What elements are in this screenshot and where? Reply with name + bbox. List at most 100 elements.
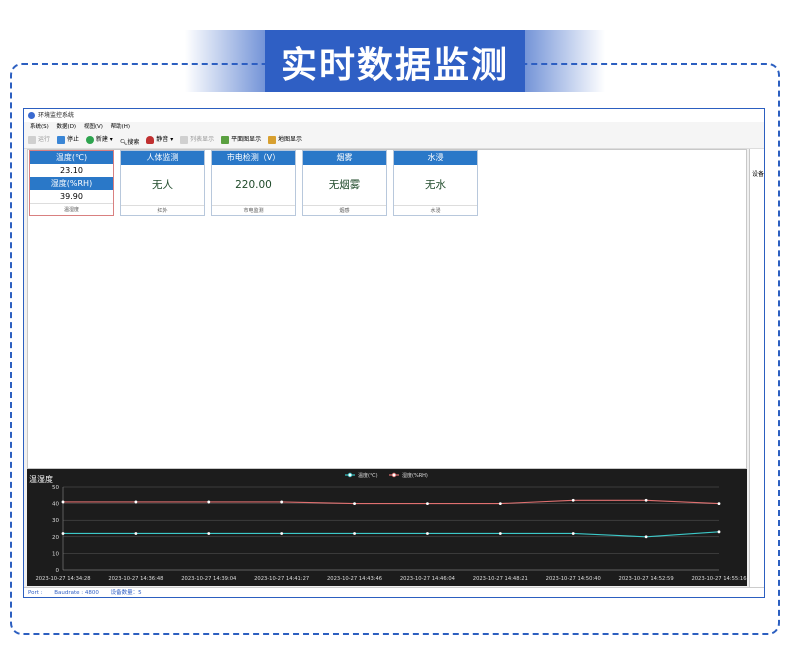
plan-view-button[interactable]: 平面图显示	[221, 132, 261, 148]
body-footer: 红外	[121, 205, 204, 216]
map-view-button[interactable]: 地图显示	[268, 132, 302, 148]
water-title: 水浸	[394, 151, 477, 165]
x-tick-label: 2023-10-27 14:48:21	[473, 576, 528, 582]
status-bar: Port : Baudrate : 4800 设备数量：5	[24, 587, 764, 597]
data-point	[644, 535, 648, 539]
app-logo-icon	[28, 112, 35, 119]
chart-title: 温湿度	[29, 474, 53, 484]
power-value: 220.00	[235, 179, 272, 191]
x-tick-label: 2023-10-27 14:52:59	[619, 576, 674, 582]
humidity-value: 39.90	[60, 192, 83, 201]
y-tick-label: 10	[52, 551, 59, 557]
menu-help[interactable]: 帮助(H)	[111, 124, 130, 130]
stop-button[interactable]: 停止	[56, 132, 79, 148]
x-tick-label: 2023-10-27 14:39:04	[181, 576, 237, 582]
data-point	[717, 530, 721, 534]
card-smoke[interactable]: 烟雾 无烟雾 烟感	[302, 150, 387, 216]
new-label: 新建	[95, 136, 108, 143]
data-point	[280, 532, 284, 535]
smoke-footer: 烟感	[303, 205, 386, 216]
x-tick-label: 2023-10-27 14:36:48	[108, 576, 163, 582]
data-point	[61, 500, 65, 504]
x-tick-label: 2023-10-27 14:41:27	[254, 576, 309, 582]
banner-title: 实时数据监测	[280, 45, 509, 86]
status-device-count: 设备数量：5	[110, 590, 142, 596]
play-icon	[28, 136, 36, 144]
map-view-label: 地图显示	[278, 136, 303, 143]
y-tick-label: 30	[52, 518, 59, 524]
data-point	[207, 500, 211, 504]
temp-label: 温度(℃)	[30, 151, 113, 164]
menu-data[interactable]: 数据(D)	[57, 124, 77, 130]
device-workspace: 温度(℃) 23.10 湿度(%RH) 39.90 温湿度 人体监测 无人 红外…	[27, 149, 747, 469]
run-label: 运行	[38, 136, 51, 143]
new-button[interactable]: 新建 ▾	[85, 132, 113, 148]
menu-system[interactable]: 系统(S)	[30, 124, 49, 130]
run-button[interactable]: 运行	[28, 132, 50, 148]
body-title: 人体监测	[121, 151, 204, 165]
stop-icon	[56, 136, 65, 144]
map-icon	[268, 136, 277, 144]
trend-chart-svg: 温湿度 温度(℃) 湿度(%RH) 0 10 20 30 40 50 2023-10-27 14:…	[29, 472, 747, 582]
data-point	[207, 532, 211, 535]
humidity-label: 湿度(%RH)	[30, 177, 113, 190]
floorplan-icon	[221, 136, 230, 144]
data-point	[571, 532, 575, 535]
data-point	[498, 532, 502, 535]
data-point	[61, 532, 65, 535]
toolbar: 运行 停止 新建 ▾ 🔍︎ 搜索 静音 ▾ 列表显示 平面图显示 地图显示	[24, 132, 764, 149]
x-tick-label: 2023-10-27 14:34:28	[35, 576, 90, 582]
card-body-detection[interactable]: 人体监测 无人 红外	[120, 150, 205, 216]
series-line	[63, 531, 720, 538]
card-power-detection[interactable]: 市电检测（V） 220.00 市电监测	[211, 150, 296, 216]
card-temp-humidity[interactable]: 温度(℃) 23.10 湿度(%RH) 39.90 温湿度	[29, 150, 114, 216]
trend-chart: 温湿度 温度(℃) 湿度(%RH) 0 10 20 30 40 50 2023-10-27 14:…	[27, 469, 747, 586]
plus-icon	[85, 136, 94, 144]
temp-value: 23.10	[60, 166, 83, 175]
y-tick-label: 0	[56, 568, 60, 574]
x-tick-label: 2023-10-27 14:55:16	[691, 576, 746, 582]
smoke-title: 烟雾	[303, 151, 386, 165]
card-water-leak[interactable]: 水浸 无水 水浸	[393, 150, 478, 216]
status-port: Port :	[28, 590, 43, 596]
stop-label: 停止	[66, 136, 79, 143]
x-tick-label: 2023-10-27 14:46:04	[400, 576, 456, 582]
data-point	[134, 532, 138, 535]
x-tick-label: 2023-10-27 14:50:40	[546, 576, 601, 582]
x-tick-label: 2023-10-27 14:43:46	[327, 576, 382, 582]
window-titlebar: 环境监控系统	[24, 109, 764, 122]
menu-view[interactable]: 视图(V)	[84, 124, 103, 130]
device-tree-panel[interactable]: 设备	[749, 149, 765, 589]
body-value: 无人	[152, 179, 173, 191]
list-view-button[interactable]: 列表显示	[180, 132, 214, 148]
legend-label: 湿度(%RH)	[402, 472, 428, 479]
data-point	[134, 500, 138, 504]
y-tick-label: 50	[52, 485, 59, 491]
plan-view-label: 平面图显示	[231, 136, 262, 143]
temp-humidity-footer: 温湿度	[30, 203, 113, 216]
device-tree-label: 设备	[752, 171, 765, 178]
list-view-label: 列表显示	[190, 136, 215, 143]
power-title: 市电检测（V）	[212, 151, 295, 165]
data-point	[280, 500, 284, 504]
data-point	[571, 498, 575, 502]
series-line	[63, 499, 720, 505]
legend-marker	[347, 472, 353, 478]
app-window: 环境监控系统 系统(S) 数据(D) 视图(V) 帮助(H) 运行 停止 新建 …	[23, 108, 765, 598]
data-point	[717, 502, 721, 505]
title-banner: 实时数据监测	[185, 30, 605, 92]
legend-marker	[391, 472, 397, 478]
window-title: 环境监控系统	[38, 112, 75, 119]
y-tick-label: 40	[52, 502, 59, 508]
mute-button[interactable]: 静音 ▾	[146, 132, 173, 148]
y-tick-label: 20	[52, 535, 59, 541]
data-point	[426, 532, 429, 535]
data-point	[644, 498, 648, 502]
water-value: 无水	[425, 179, 446, 191]
data-point	[353, 502, 356, 505]
power-footer: 市电监测	[212, 205, 295, 216]
mute-label: 静音	[156, 136, 169, 143]
legend-label: 温度(℃)	[358, 472, 378, 479]
grid-icon	[180, 136, 189, 144]
menu-bar: 系统(S) 数据(D) 视图(V) 帮助(H)	[24, 122, 764, 132]
